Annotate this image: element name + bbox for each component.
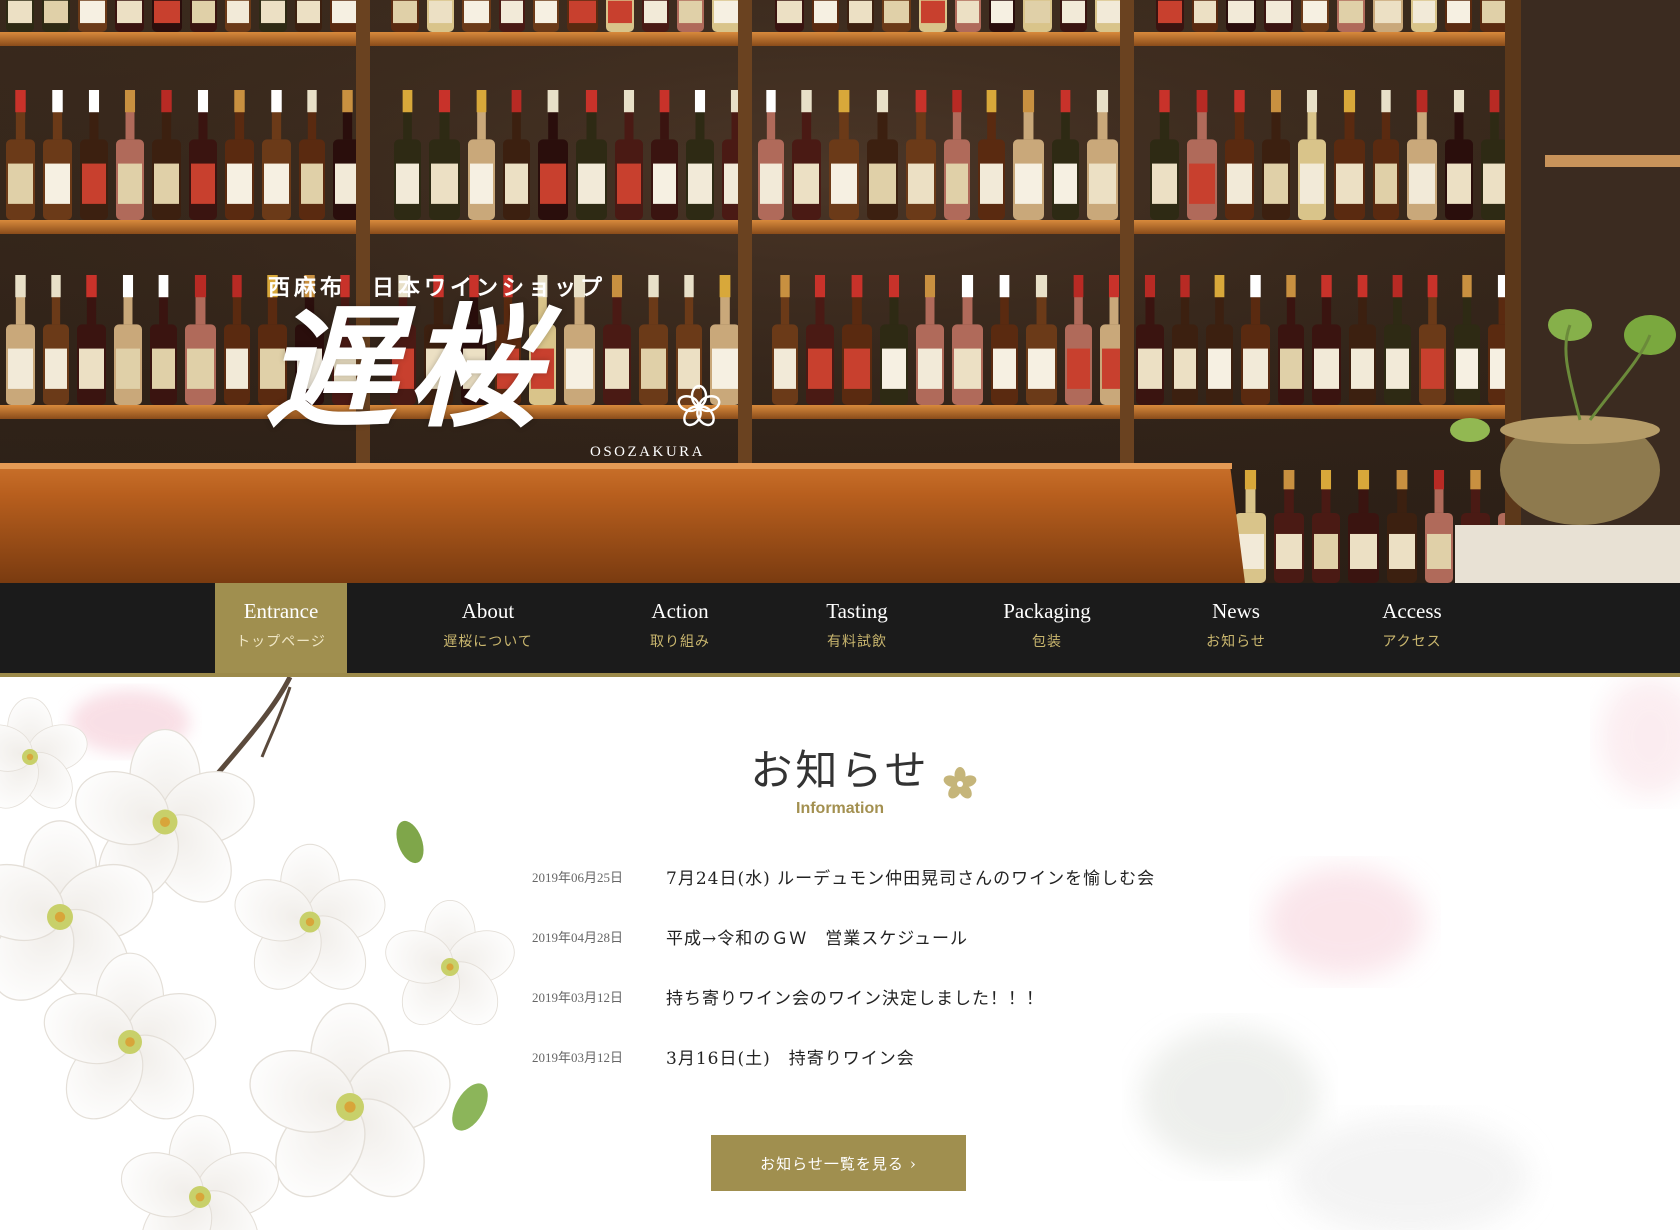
bottle-decoration	[847, 0, 874, 32]
bottle-decoration	[642, 0, 669, 32]
nav-item-packaging[interactable]: Packaging 包装	[982, 583, 1112, 673]
news-item[interactable]: 2019年06月25日 7月24日(水) ルーデュモン仲田晃司さんのワインを愉し…	[532, 867, 1172, 927]
nav-label-en: About	[461, 599, 515, 623]
bottle-decoration	[882, 0, 911, 32]
sakura-icon	[943, 767, 977, 799]
bottle-decoration	[1337, 0, 1365, 32]
bottle-decoration	[1301, 0, 1329, 32]
bottle-decoration	[919, 0, 947, 32]
news-section: お知らせ Information 2019年06月25日 7月24日(水) ルー…	[0, 677, 1680, 1230]
bottle-decoration	[190, 0, 217, 32]
bottle-decoration	[677, 0, 704, 32]
news-title[interactable]: 平成→令和のＧＷ 営業スケジュール	[666, 924, 968, 949]
bottle-decoration	[1373, 0, 1403, 32]
bottle-decoration	[115, 0, 144, 32]
cherry-blossom-decoration	[0, 677, 522, 1230]
bottle-decoration	[42, 0, 70, 32]
bottle-decoration	[330, 0, 359, 32]
logo-roman: OSOZAKURA	[590, 444, 706, 460]
nav-item-entrance[interactable]: Entrance トップページ	[215, 583, 347, 673]
bottle-decoration	[152, 0, 182, 32]
bottle-decoration	[533, 0, 559, 32]
news-date: 2019年03月12日	[532, 990, 624, 1005]
bottle-decoration	[78, 0, 107, 32]
news-date: 2019年04月28日	[532, 930, 624, 945]
news-title-en: Information	[796, 800, 884, 817]
nav-item-tasting[interactable]: Tasting 有料試飲	[797, 583, 917, 673]
nav-label-en: Entrance	[243, 599, 319, 623]
bottle-decoration	[775, 0, 804, 32]
nav-label-en: Action	[651, 599, 709, 623]
logo-name: 遅桜	[265, 291, 549, 446]
nav-label-jp: アクセス	[1382, 634, 1442, 650]
bottle-decoration	[606, 0, 634, 32]
sakura-icon	[677, 384, 721, 427]
bottle-decoration	[259, 0, 287, 32]
bottle-decoration	[567, 0, 598, 32]
nav-label-en: Access	[1382, 599, 1442, 623]
news-heading: お知らせ Information	[700, 737, 980, 818]
nav-label-jp: 取り組み	[650, 634, 710, 650]
nav-item-news[interactable]: News お知らせ	[1176, 583, 1296, 673]
news-item[interactable]: 2019年03月12日 3月16日(土) 持寄りワイン会	[532, 1047, 1172, 1107]
news-item[interactable]: 2019年03月12日 持ち寄りワイン会のワイン決定しました！！！	[532, 987, 1172, 1047]
view-all-news-button[interactable]: お知らせ一覧を見る ›	[711, 1135, 966, 1191]
bottle-decoration	[499, 0, 525, 32]
bottle-decoration	[1060, 0, 1087, 32]
bottle-decoration	[1023, 0, 1052, 32]
nav-label-jp: 遅桜について	[443, 634, 533, 650]
news-item[interactable]: 2019年04月28日 平成→令和のＧＷ 営業スケジュール	[532, 927, 1172, 987]
nav-label-jp: お知らせ	[1206, 634, 1266, 650]
bottle-decoration	[1445, 0, 1472, 32]
nav-label-en: News	[1212, 599, 1260, 623]
bottle-decoration	[1411, 0, 1437, 32]
hero-banner: 西麻布 日本ワインショップ 遅桜 OSOZAKURA	[0, 0, 1680, 583]
bottle-decoration	[462, 0, 491, 32]
bottle-decoration	[1156, 0, 1184, 32]
news-title[interactable]: 3月16日(土) 持寄りワイン会	[666, 1044, 915, 1069]
bottle-decoration	[1192, 0, 1218, 32]
nav-item-about[interactable]: About 遅桜について	[420, 583, 556, 673]
news-date: 2019年06月25日	[532, 870, 624, 885]
main-nav: Entrance トップページ About 遅桜について Action 取り組み…	[0, 583, 1680, 673]
news-title[interactable]: 7月24日(水) ルーデュモン仲田晃司さんのワインを愉しむ会	[666, 864, 1155, 889]
nav-item-access[interactable]: Access アクセス	[1352, 583, 1472, 673]
news-title[interactable]: 持ち寄りワイン会のワイン決定しました！！！	[666, 984, 1044, 1009]
news-list: 2019年06月25日 7月24日(水) ルーデュモン仲田晃司さんのワインを愉し…	[532, 867, 1172, 1107]
site-logo[interactable]: 西麻布 日本ワインショップ 遅桜 OSOZAKURA	[265, 268, 725, 468]
bottle-decoration	[955, 0, 981, 32]
nav-label-en: Packaging	[1003, 599, 1091, 623]
nav-label-jp: 有料試飲	[827, 634, 887, 650]
nav-label-en: Tasting	[826, 599, 888, 623]
bottle-decoration	[6, 0, 34, 32]
bottle-decoration	[1226, 0, 1256, 32]
news-title-jp: お知らせ	[750, 746, 930, 795]
bottle-decoration	[989, 0, 1015, 32]
chevron-right-icon: ›	[909, 1154, 917, 1173]
bottle-decoration	[1095, 0, 1124, 32]
view-all-news-label: お知らせ一覧を見る	[760, 1154, 904, 1173]
bottle-decoration	[812, 0, 839, 32]
nav-label-jp: 包装	[1032, 634, 1062, 650]
bottle-decoration	[1480, 0, 1508, 32]
bottle-decoration	[295, 0, 322, 32]
bottle-decoration	[225, 0, 251, 32]
wine-shelf-photo	[0, 0, 1680, 583]
bottle-decoration	[1264, 0, 1293, 32]
news-date: 2019年03月12日	[532, 1050, 624, 1065]
nav-label-jp: トップページ	[236, 634, 326, 650]
bottle-decoration	[391, 0, 419, 32]
nav-item-action[interactable]: Action 取り組み	[620, 583, 740, 673]
bottle-decoration	[427, 0, 454, 32]
